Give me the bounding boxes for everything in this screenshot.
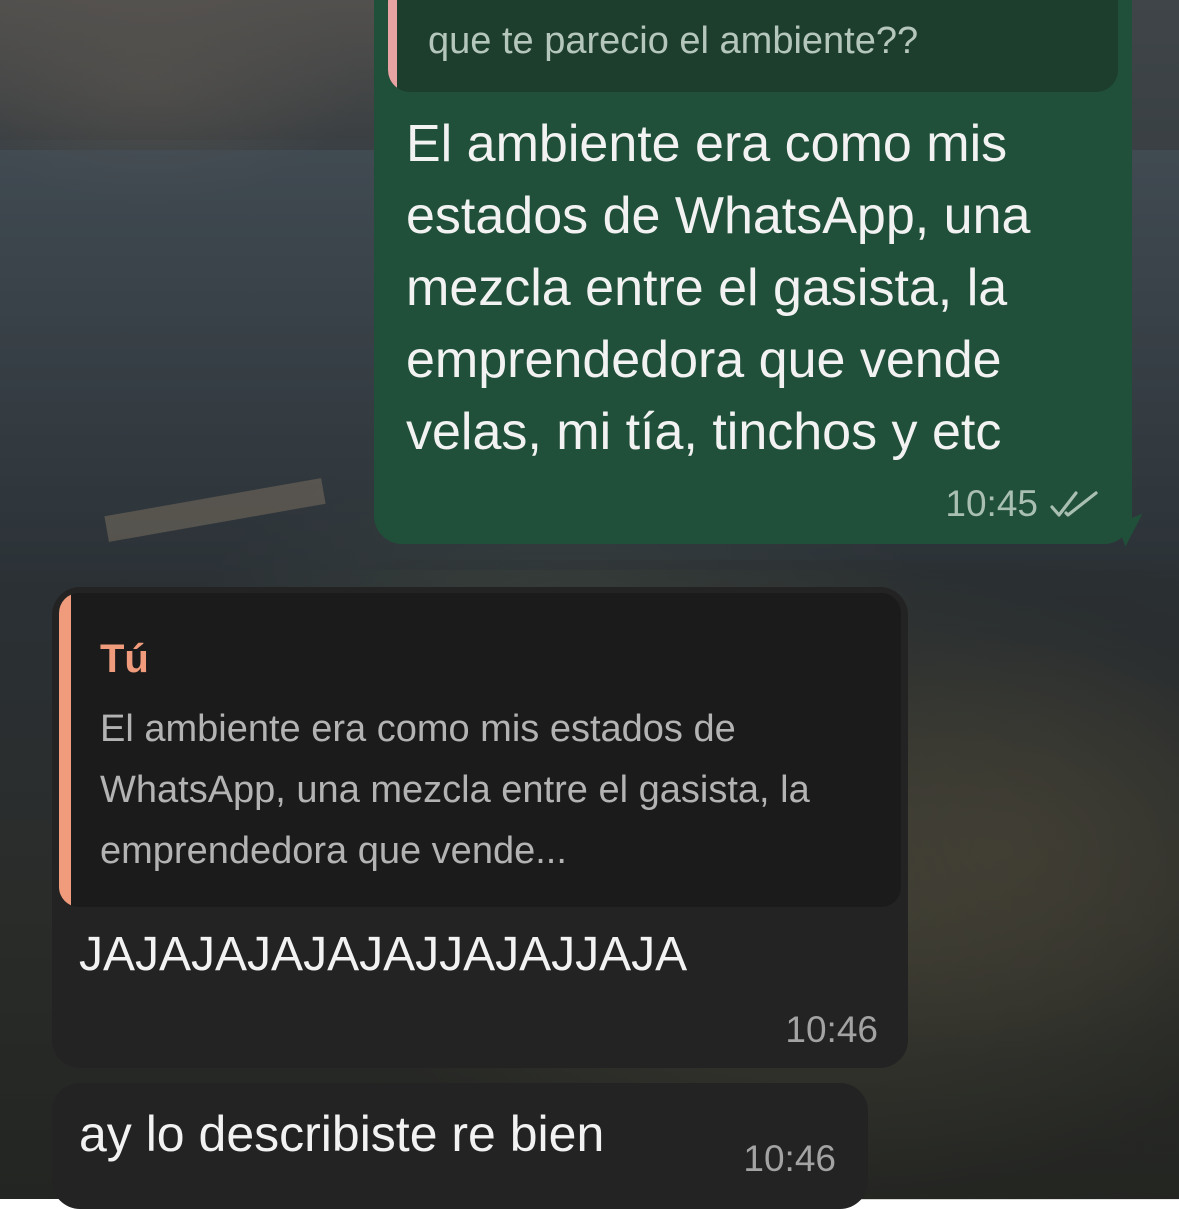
outgoing-message-bubble[interactable]: que te parecio el ambiente?? El ambiente…: [374, 0, 1132, 544]
quoted-message-text: que te parecio el ambiente??: [428, 20, 919, 62]
message-time: 10:45: [945, 483, 1038, 524]
quote-accent-bar: [388, 0, 397, 92]
quoted-message[interactable]: que te parecio el ambiente??: [388, 0, 1118, 92]
incoming-message-bubble[interactable]: ay lo describiste re bien 10:46: [52, 1083, 868, 1209]
quoted-message-author: Tú: [100, 637, 149, 681]
message-meta: 10:45: [945, 482, 1102, 526]
quoted-message[interactable]: Tú El ambiente era como mis estados de W…: [59, 593, 901, 907]
incoming-message-bubble[interactable]: Tú El ambiente era como mis estados de W…: [52, 587, 908, 1068]
message-text: JAJAJAJAJAJAJJAJAJJAJA: [79, 928, 688, 981]
message-time: 10:46: [785, 1009, 878, 1050]
wallpaper-city: [0, 0, 400, 140]
message-text: El ambiente era como mis estados de What…: [406, 115, 1031, 461]
quote-accent-bar: [59, 593, 71, 907]
message-text: ay lo describiste re bien: [79, 1106, 605, 1162]
double-check-icon: [1050, 491, 1098, 517]
message-time: 10:46: [743, 1138, 836, 1179]
quoted-message-text: El ambiente era como mis estados de What…: [100, 708, 810, 872]
